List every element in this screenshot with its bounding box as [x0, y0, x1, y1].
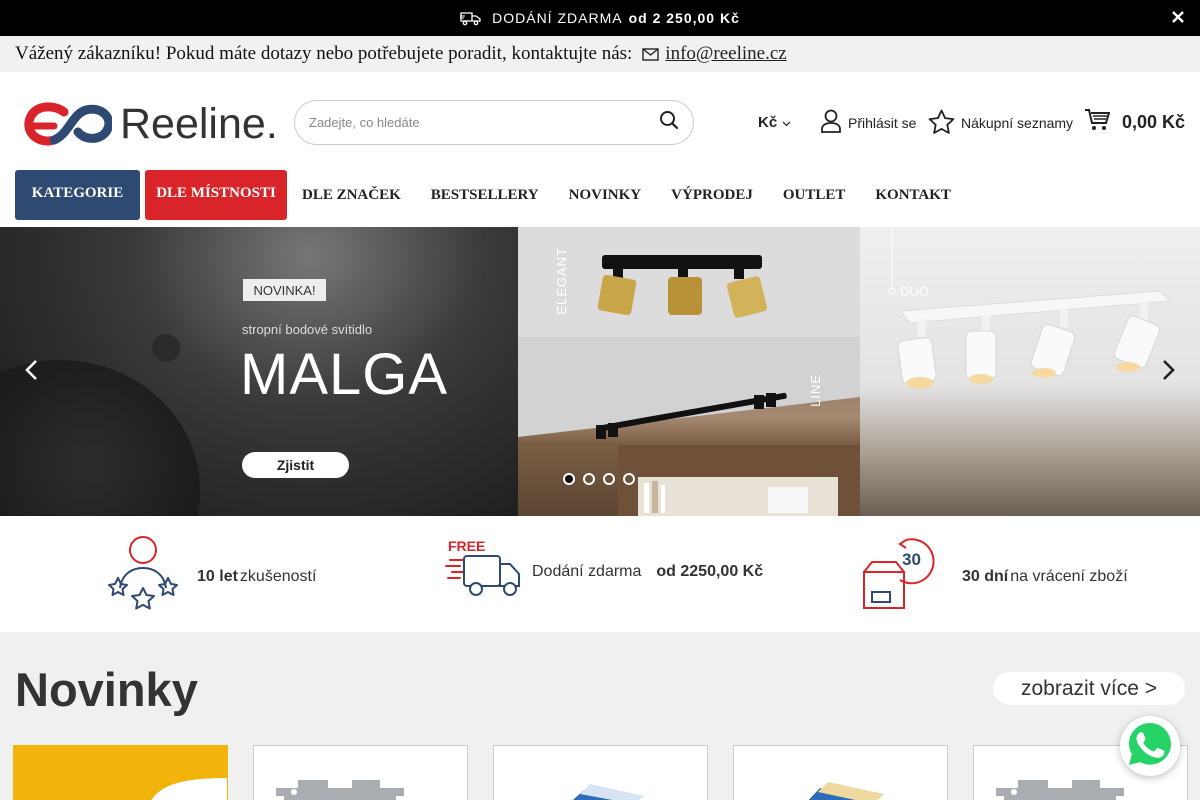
product-card[interactable]: [13, 745, 228, 800]
label-elegant: ELEGANT: [554, 247, 569, 315]
cart-icon: [1084, 108, 1111, 137]
search-input[interactable]: [309, 115, 659, 130]
hero-badge: NOVINKA!: [243, 279, 326, 301]
benefit-returns-bold: 30 dní: [962, 567, 1009, 585]
benefit-experience-bold: 10 let: [197, 567, 238, 585]
slider-prev-arrow-icon[interactable]: [22, 358, 42, 382]
slider-dot-4[interactable]: [623, 473, 635, 485]
search-icon[interactable]: [659, 110, 679, 135]
search-box[interactable]: [294, 100, 694, 145]
nav-item-bestsellery[interactable]: BESTSELLERY: [416, 170, 554, 220]
delivery-truck-icon: [460, 10, 482, 26]
logo-mark-icon: [24, 101, 112, 145]
nav-item-vyprodej[interactable]: VÝPRODEJ: [656, 170, 768, 220]
product-card[interactable]: [733, 745, 948, 800]
star-icon: [928, 109, 955, 137]
cart-total: 0,00 Kč: [1122, 112, 1186, 132]
contact-text: Vážený zákazníku! Pokud máte dotazy nebo…: [15, 43, 633, 64]
nav-item-dle-mistnosti[interactable]: DLE MÍSTNOSTI: [145, 170, 287, 220]
experience-stars-icon: [104, 536, 182, 617]
hero-slider: NOVINKA! stropní bodové svítidlo MALGA Z…: [0, 227, 1200, 516]
close-icon[interactable]: [1170, 9, 1186, 25]
benefits-strip: 10 let zkušeností FREE Dodání zdarma od …: [0, 516, 1200, 632]
slider-dots: [563, 473, 635, 485]
chevron-down-icon: [782, 114, 791, 131]
hero-title: MALGA: [240, 342, 449, 407]
promo-amount: od 2 250,00 Kč: [628, 10, 740, 26]
logo-text: Reeline.: [120, 100, 278, 148]
currency-selector[interactable]: Kč: [758, 114, 791, 131]
product-image: [572, 784, 644, 800]
currency-label: Kč: [758, 114, 778, 131]
hero-image-line: [518, 337, 860, 516]
promo-text: DODÁNÍ ZDARMA: [492, 10, 623, 26]
nav-item-kontakt[interactable]: KONTAKT: [860, 170, 966, 220]
spotlight-duo-image: [888, 227, 1172, 389]
slider-dot-2[interactable]: [583, 473, 595, 485]
product-card[interactable]: [253, 745, 468, 800]
spotlight-elegant-image: [597, 255, 768, 318]
login-label: Přihlásit se: [848, 114, 917, 131]
spotlight-line-image: [518, 337, 860, 516]
nav-item-outlet[interactable]: OUTLET: [768, 170, 861, 220]
novinky-section: Novinky zobrazit více >: [0, 632, 1200, 800]
shopping-lists-button[interactable]: Nákupní seznamy: [922, 109, 1073, 137]
nav-item-dle-znacek[interactable]: DLE ZNAČEK: [287, 170, 416, 220]
free-delivery-truck-icon: FREE: [444, 536, 522, 607]
hero-image-duo: [860, 227, 1200, 516]
whatsapp-button[interactable]: [1120, 716, 1180, 776]
hero-image-elegant: [518, 227, 860, 337]
header: Reeline. Kč Přihlásit se Nákupní seznamy…: [0, 72, 1200, 170]
benefit-returns-text: na vrácení zboží: [1010, 567, 1128, 585]
nav-item-novinky[interactable]: NOVINKY: [554, 170, 657, 220]
shopping-lists-label: Nákupní seznamy: [961, 115, 1074, 131]
slider-dot-3[interactable]: [603, 473, 615, 485]
hero-cta-button[interactable]: Zjistit: [242, 452, 349, 478]
benefit-experience: 10 let zkušeností: [104, 536, 316, 617]
login-button[interactable]: Přihlásit se: [814, 109, 916, 136]
cart-button[interactable]: 0,00 Kč: [1084, 108, 1185, 137]
product-image: [151, 778, 227, 800]
hero-decor-dot: [152, 334, 180, 362]
benefit-delivery-text: Dodání zdarma: [532, 562, 642, 580]
return-box-icon: 30: [862, 536, 940, 617]
product-image: [276, 780, 427, 800]
hero-decor-circle: [0, 360, 200, 516]
label-line: LINE: [808, 374, 823, 407]
section-title: Novinky: [15, 663, 198, 716]
benefit-free-delivery: FREE Dodání zdarma od 2250,00 Kč: [444, 536, 765, 607]
promo-bar: DODÁNÍ ZDARMA od 2 250,00 Kč: [0, 0, 1200, 36]
label-duo: DUO: [900, 284, 929, 299]
hero-subtitle: stropní bodové svítidlo: [242, 322, 373, 337]
benefit-experience-text: zkušeností: [239, 567, 317, 585]
svg-text:30: 30: [902, 550, 921, 569]
logo[interactable]: Reeline.: [24, 100, 278, 149]
contact-email-link[interactable]: info@reeline.cz: [665, 43, 786, 65]
whatsapp-icon: [1126, 720, 1174, 773]
user-icon: [820, 109, 842, 136]
benefit-returns: 30 30 dní na vrácení zboží: [862, 536, 1128, 617]
hero-dark-panel: NOVINKA! stropní bodové svítidlo MALGA Z…: [0, 227, 518, 516]
svg-text:FREE: FREE: [448, 538, 485, 554]
contact-bar: Vážený zákazníku! Pokud máte dotazy nebo…: [0, 36, 1200, 72]
show-more-button[interactable]: zobrazit více >: [993, 672, 1185, 705]
product-image: [808, 782, 884, 800]
mail-icon: [642, 47, 659, 61]
nav-item-kategorie[interactable]: KATEGORIE: [15, 170, 140, 220]
slider-dot-1[interactable]: [563, 473, 575, 485]
product-card[interactable]: [493, 745, 708, 800]
slider-next-arrow-icon[interactable]: [1158, 358, 1178, 382]
main-nav: KATEGORIE DLE MÍSTNOSTI DLE ZNAČEK BESTS…: [15, 170, 966, 220]
benefit-delivery-bold: od 2250,00 Kč: [656, 562, 764, 580]
